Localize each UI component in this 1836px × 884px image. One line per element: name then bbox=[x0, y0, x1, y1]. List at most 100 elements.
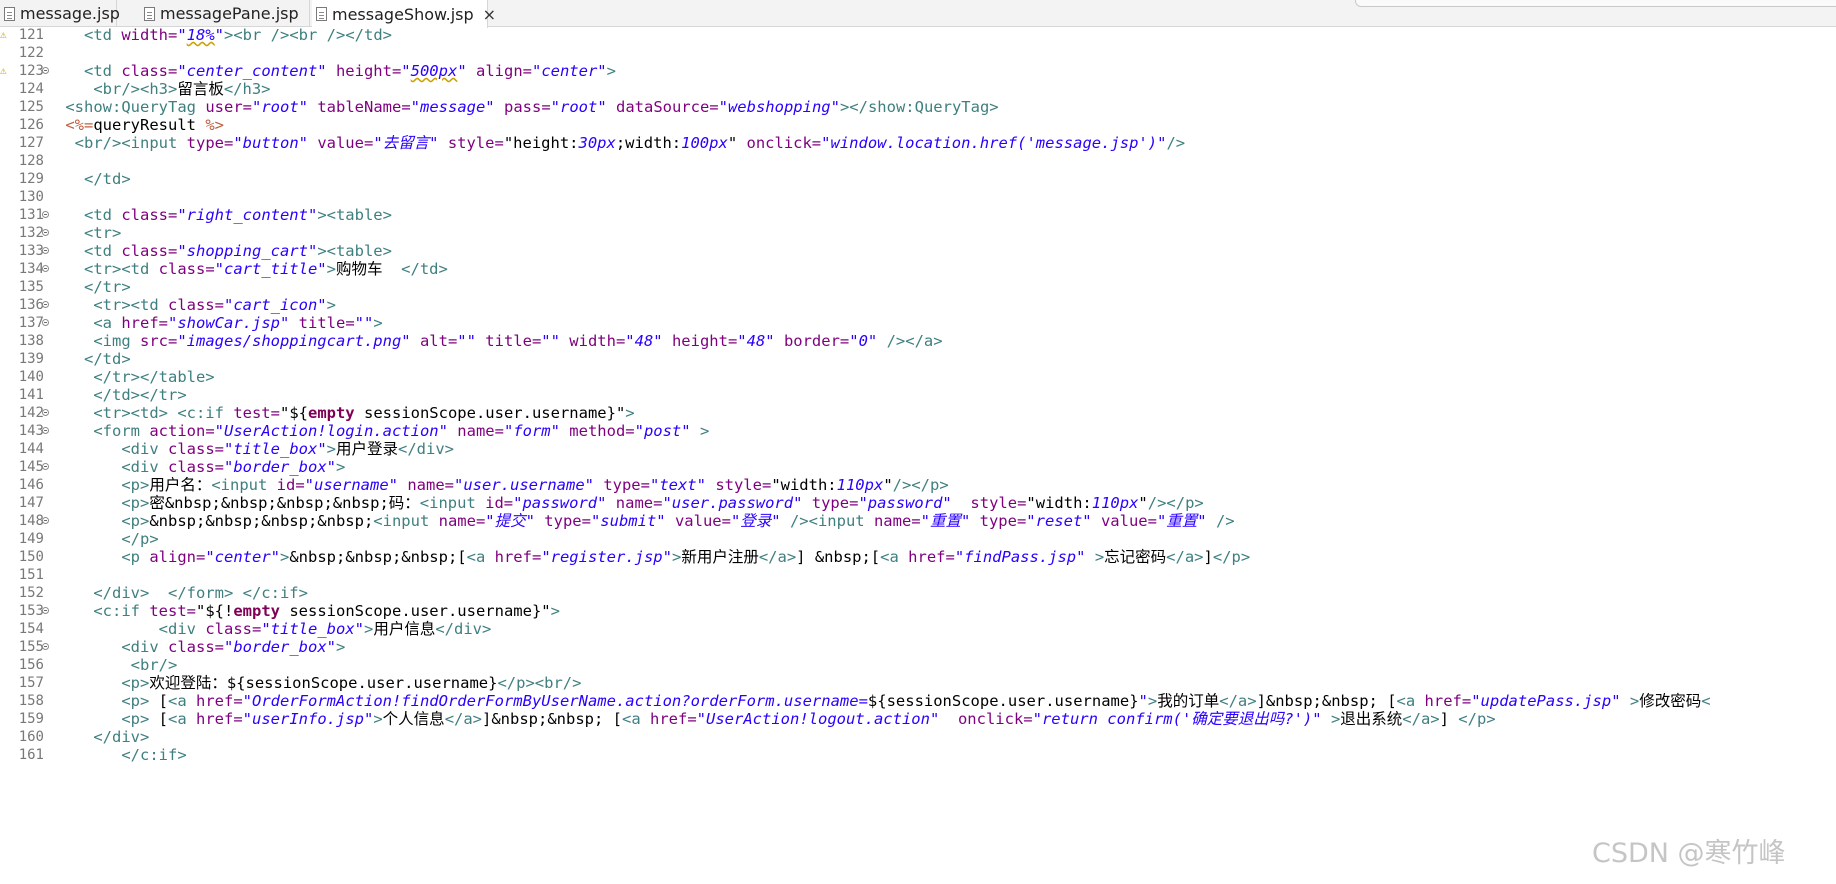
code-token: " bbox=[1138, 494, 1148, 512]
fold-toggle-icon[interactable] bbox=[42, 427, 49, 434]
code-token: "border_box" bbox=[224, 638, 336, 656]
code-token: href= bbox=[1424, 692, 1472, 710]
code-token: "register.jsp" bbox=[541, 548, 672, 566]
fold-toggle-icon[interactable] bbox=[42, 211, 49, 218]
fold-toggle-icon[interactable] bbox=[42, 247, 49, 254]
close-tab-icon[interactable]: × bbox=[483, 5, 496, 24]
code-token: 用户登录 bbox=[336, 440, 399, 458]
code-token: name= bbox=[438, 512, 486, 530]
code-token: <p> bbox=[121, 710, 150, 728]
code-token: 110px bbox=[836, 476, 884, 494]
code-token: "webshopping" bbox=[718, 98, 840, 116]
fold-toggle-icon[interactable] bbox=[42, 229, 49, 236]
code-token: width= bbox=[121, 27, 178, 44]
fold-toggle-icon[interactable] bbox=[42, 409, 49, 416]
code-token: <a bbox=[880, 548, 909, 566]
code-token: "${! bbox=[196, 602, 234, 620]
code-token: "" bbox=[457, 332, 476, 350]
code-token: dataSource= bbox=[606, 98, 719, 116]
fold-toggle-icon[interactable] bbox=[42, 643, 49, 650]
code-token: > bbox=[550, 602, 560, 620]
code-token: "UserAction!logout.action" bbox=[696, 710, 940, 728]
code-token: test= bbox=[233, 404, 280, 422]
code-token: 18% bbox=[186, 27, 215, 44]
tab-messageshow-jsp[interactable]: messageShow.jsp × bbox=[312, 0, 496, 28]
code-token: "cart_title" bbox=[214, 260, 327, 278]
fold-toggle-icon[interactable] bbox=[42, 607, 49, 614]
jsp-file-icon bbox=[316, 7, 327, 21]
code-token: "width: bbox=[1026, 494, 1092, 512]
code-token: <td bbox=[84, 206, 122, 224]
code-token: tableName= bbox=[308, 98, 411, 116]
code-token: "48" bbox=[737, 332, 775, 350]
code-token: </td> bbox=[84, 170, 131, 188]
code-token: height= bbox=[662, 332, 738, 350]
code-token: border= bbox=[774, 332, 850, 350]
code-token: class= bbox=[205, 620, 262, 638]
code-token: > bbox=[625, 404, 635, 422]
code-token: <tr><td> <c:if bbox=[93, 404, 234, 422]
code-token: "findPass.jsp" bbox=[954, 548, 1086, 566]
code-token: <c:if bbox=[93, 602, 150, 620]
code-token: <br/> bbox=[130, 656, 178, 674]
fold-toggle-icon[interactable] bbox=[42, 517, 49, 524]
code-token: > bbox=[373, 314, 383, 332]
code-token: <a bbox=[622, 710, 650, 728]
code-token: <td bbox=[84, 27, 122, 44]
fold-toggle-icon[interactable] bbox=[42, 67, 49, 74]
code-token: </td> bbox=[401, 260, 448, 278]
code-token: 修改密码 bbox=[1639, 692, 1702, 710]
code-token: 密&nbsp;&nbsp;&nbsp;&nbsp;码： bbox=[149, 494, 420, 512]
code-token: ] bbox=[1439, 710, 1459, 728]
fold-toggle-icon[interactable] bbox=[42, 265, 49, 272]
fold-toggle-icon[interactable] bbox=[42, 463, 49, 470]
code-token: width= bbox=[559, 332, 626, 350]
code-token: name= bbox=[398, 476, 454, 494]
code-token: /></p> bbox=[1147, 494, 1204, 512]
tab-message-jsp[interactable]: message.jsp bbox=[0, 0, 120, 27]
code-token: [ bbox=[149, 710, 168, 728]
code-line[interactable]: 161 </c:if> bbox=[0, 745, 1836, 766]
code-token: ]&nbsp;&nbsp; [ bbox=[1256, 692, 1397, 710]
warning-icon[interactable]: ⚠ bbox=[0, 64, 7, 77]
code-token: "username" bbox=[304, 476, 398, 494]
code-token: " bbox=[457, 62, 467, 80]
code-token: 500px bbox=[410, 62, 458, 80]
fold-toggle-icon[interactable] bbox=[42, 319, 49, 326]
code-token: "form" bbox=[503, 422, 560, 440]
code-token: "right_content" bbox=[177, 206, 318, 224]
code-token: <img bbox=[93, 332, 140, 350]
code-token: 忘记密码 bbox=[1104, 548, 1167, 566]
code-token: </div> bbox=[398, 440, 455, 458]
tab-messagepane-jsp[interactable]: messagePane.jsp bbox=[140, 0, 310, 27]
code-token: <p> bbox=[121, 494, 150, 512]
code-token: height= bbox=[326, 62, 402, 80]
code-token: > bbox=[1147, 692, 1158, 710]
code-token: class= bbox=[121, 62, 178, 80]
code-token: "message" bbox=[410, 98, 495, 116]
code-token: 用户信息 bbox=[373, 620, 436, 638]
code-token: "去留言" bbox=[373, 134, 439, 152]
code-token: class= bbox=[121, 206, 178, 224]
warning-icon[interactable]: ⚠ bbox=[0, 28, 7, 41]
jsp-file-icon bbox=[4, 6, 15, 21]
code-token: " bbox=[1138, 692, 1148, 710]
code-token: [ bbox=[149, 692, 168, 710]
fold-toggle-icon[interactable] bbox=[42, 301, 49, 308]
code-editor[interactable]: 121 ⚠ <td width="18%"><br /><br /></td> 12… bbox=[0, 27, 1836, 884]
